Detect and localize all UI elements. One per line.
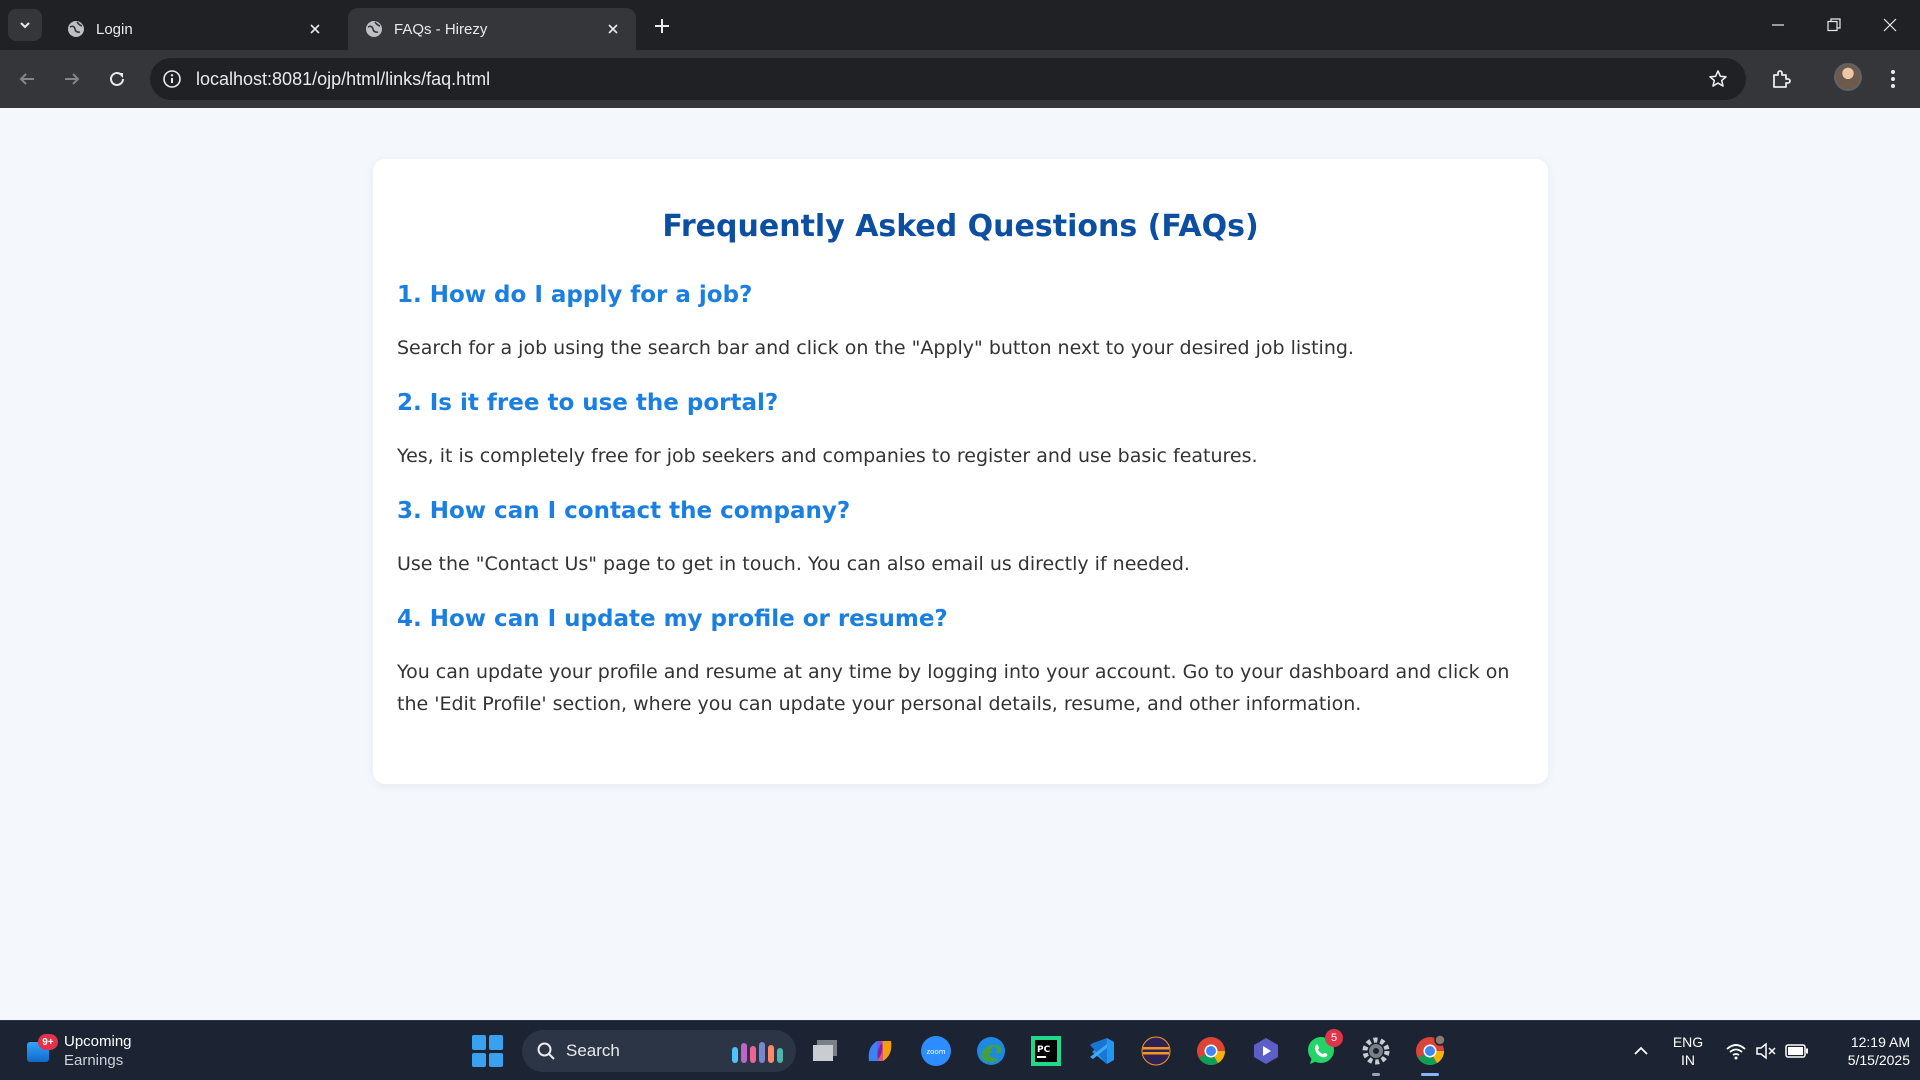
language-region: IN [1681,1052,1695,1068]
chevron-up-icon [1634,1046,1648,1055]
close-window-button[interactable] [1862,0,1918,50]
whatsapp-icon[interactable]: 5 [1303,1029,1343,1069]
page-title: Frequently Asked Questions (FAQs) [662,209,1259,244]
language-indicator[interactable]: ENG IN [1662,1021,1714,1080]
stock-chart-icon: 9+ [24,1034,58,1066]
faq-answer: You can update your profile and resume a… [397,661,1510,715]
notification-badge: 9+ [38,1034,58,1050]
tab-faqs[interactable]: FAQs - Hirezy [348,8,636,50]
back-button[interactable] [10,62,44,96]
tab-title: Login [96,20,133,38]
more-vertical-icon [1891,70,1895,88]
profile-avatar[interactable] [1834,63,1862,91]
clock-date: 5/15/2025 [1847,1052,1910,1068]
settings-icon[interactable] [1358,1033,1394,1076]
wifi-icon[interactable] [1722,1021,1750,1080]
pycharm-icon[interactable]: PC [1028,1033,1064,1069]
widget-title: Upcoming [64,1033,132,1050]
new-tab-button[interactable] [648,12,676,40]
copilot-icon[interactable] [862,1033,898,1069]
plus-icon [655,19,669,33]
address-bar[interactable]: localhost:8081/ojp/html/links/faq.html [150,58,1746,100]
faq-question: 2. Is it free to use the portal? [397,390,779,416]
faq-question: 4. How can I update my profile or resume… [397,606,948,632]
restore-icon [1827,18,1841,32]
search-highlight-art-icon [732,1042,783,1063]
clock[interactable]: 12:19 AM 5/15/2025 [1820,1021,1910,1080]
close-tab-icon[interactable] [602,18,624,40]
faq-item: 2. Is it free to use the portal? Yes, it… [397,390,1524,472]
search-icon [537,1042,555,1060]
battery-icon[interactable] [1782,1021,1812,1080]
edge-icon[interactable] [973,1033,1009,1069]
zoom-icon[interactable]: zoom [918,1033,954,1069]
clipchamp-icon[interactable] [1248,1033,1284,1069]
close-icon [1883,18,1897,32]
faq-item: 3. How can I contact the company? Use th… [397,498,1524,580]
vscode-icon[interactable] [1083,1033,1119,1069]
search-label: Search [566,1041,620,1060]
tab-title: FAQs - Hirezy [394,20,488,38]
language-code: ENG [1672,1034,1704,1050]
chevron-down-icon [20,22,30,29]
browser-toolbar: localhost:8081/ojp/html/links/faq.html [0,50,1920,108]
reload-button[interactable] [100,62,134,96]
eclipse-icon[interactable] [1138,1033,1174,1069]
windows-taskbar: 9+ Upcoming Earnings Search zoom PC 5 EN… [0,1020,1920,1080]
chrome-profile-icon[interactable] [1412,1033,1448,1076]
globe-icon [366,21,382,37]
url-text[interactable]: localhost:8081/ojp/html/links/faq.html [196,69,1704,90]
puzzle-icon [1773,70,1791,88]
minimize-button[interactable] [1750,0,1806,50]
arrow-right-icon [65,73,80,85]
svg-text:zoom: zoom [926,1048,945,1056]
extensions-button[interactable] [1764,62,1798,96]
faq-card: Frequently Asked Questions (FAQs) 1. How… [373,159,1548,784]
reload-icon [110,71,124,86]
faq-item: 4. How can I update my profile or resume… [397,606,1524,720]
unread-badge: 5 [1325,1029,1343,1047]
faq-question: 1. How do I apply for a job? [397,282,753,308]
tab-search-button[interactable] [8,9,42,41]
volume-muted-icon[interactable] [1752,1021,1780,1080]
close-tab-icon[interactable] [304,18,326,40]
taskbar-search[interactable]: Search [522,1030,796,1072]
arrow-left-icon [19,73,34,85]
minimize-icon [1772,24,1784,26]
site-info-icon[interactable] [160,67,184,91]
faq-answer: Yes, it is completely free for job seeke… [397,445,1258,467]
clock-time: 12:19 AM [1850,1034,1910,1050]
show-hidden-icons-button[interactable] [1626,1021,1656,1080]
faq-question: 3. How can I contact the company? [397,498,851,524]
tab-login[interactable]: Login [50,8,338,50]
bookmark-star-icon[interactable] [1704,65,1732,93]
chrome-icon[interactable] [1193,1033,1229,1069]
svg-text:PC: PC [1037,1045,1051,1055]
file-explorer-icon[interactable] [808,1033,844,1069]
browser-tab-bar: Login FAQs - Hirezy [0,0,1920,50]
globe-icon [68,21,84,37]
faq-answer: Search for a job using the search bar an… [397,337,1354,359]
windows-logo-icon [472,1035,486,1050]
faq-item: 1. How do I apply for a job? Search for … [397,282,1524,364]
start-button[interactable] [472,1035,504,1067]
forward-button[interactable] [55,62,89,96]
faq-answer: Use the "Contact Us" page to get in touc… [397,553,1190,575]
restore-button[interactable] [1806,0,1862,50]
widgets-button[interactable]: 9+ Upcoming Earnings [24,1031,132,1071]
menu-button[interactable] [1876,62,1910,96]
widget-subtitle: Earnings [64,1052,124,1069]
page-viewport: Frequently Asked Questions (FAQs) 1. How… [0,108,1920,1020]
